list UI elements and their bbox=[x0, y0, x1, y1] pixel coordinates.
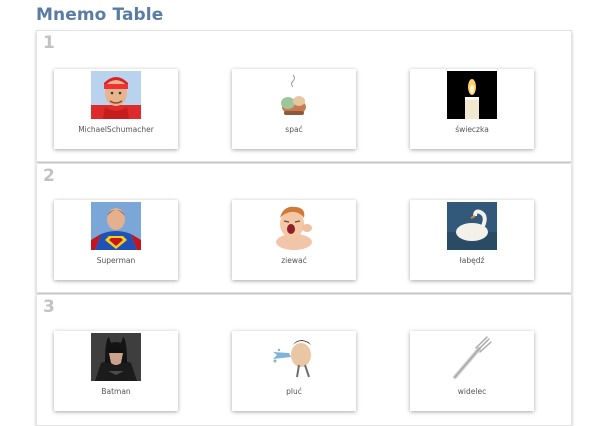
card-michaelschumacher[interactable]: MichaelSchumacher bbox=[54, 69, 178, 149]
racing-driver-portrait-icon bbox=[91, 71, 141, 119]
spitting-man-icon bbox=[269, 333, 319, 381]
card-label: Batman bbox=[101, 387, 131, 396]
yawning-child-icon bbox=[269, 202, 319, 250]
card-label: świeczka bbox=[455, 125, 489, 134]
batman-icon bbox=[91, 333, 141, 381]
card-label: łabędź bbox=[459, 256, 485, 265]
page-title: Mnemo Table bbox=[36, 5, 164, 25]
card-superman[interactable]: Superman bbox=[54, 200, 178, 280]
mnemo-row-2: 2 Superman ziewać łabędź bbox=[36, 163, 572, 293]
fork-icon bbox=[447, 333, 497, 381]
card-label: spać bbox=[285, 125, 303, 134]
card-label: widelec bbox=[457, 387, 487, 396]
row-number: 3 bbox=[43, 297, 55, 317]
candle-icon bbox=[447, 71, 497, 119]
row-number: 2 bbox=[43, 166, 55, 186]
card-widelec[interactable]: widelec bbox=[410, 331, 534, 411]
card-spac[interactable]: spać bbox=[232, 69, 356, 149]
mnemo-row-1: 1 MichaelSchumacher spać świeczka bbox=[36, 30, 572, 162]
card-pluc[interactable]: pluć bbox=[232, 331, 356, 411]
card-label: Superman bbox=[96, 256, 136, 265]
card-ziewac[interactable]: ziewać bbox=[232, 200, 356, 280]
card-label: MichaelSchumacher bbox=[78, 125, 154, 134]
card-swieczka[interactable]: świeczka bbox=[410, 69, 534, 149]
mnemo-row-3: 3 Batman pluć widelec bbox=[36, 294, 572, 426]
card-batman[interactable]: Batman bbox=[54, 331, 178, 411]
row-number: 1 bbox=[43, 33, 55, 53]
superman-icon bbox=[91, 202, 141, 250]
swan-icon bbox=[447, 202, 497, 250]
card-label: pluć bbox=[286, 387, 302, 396]
card-labedz[interactable]: łabędź bbox=[410, 200, 534, 280]
card-label: ziewać bbox=[281, 256, 307, 265]
sleeping-figure-icon bbox=[269, 71, 319, 119]
